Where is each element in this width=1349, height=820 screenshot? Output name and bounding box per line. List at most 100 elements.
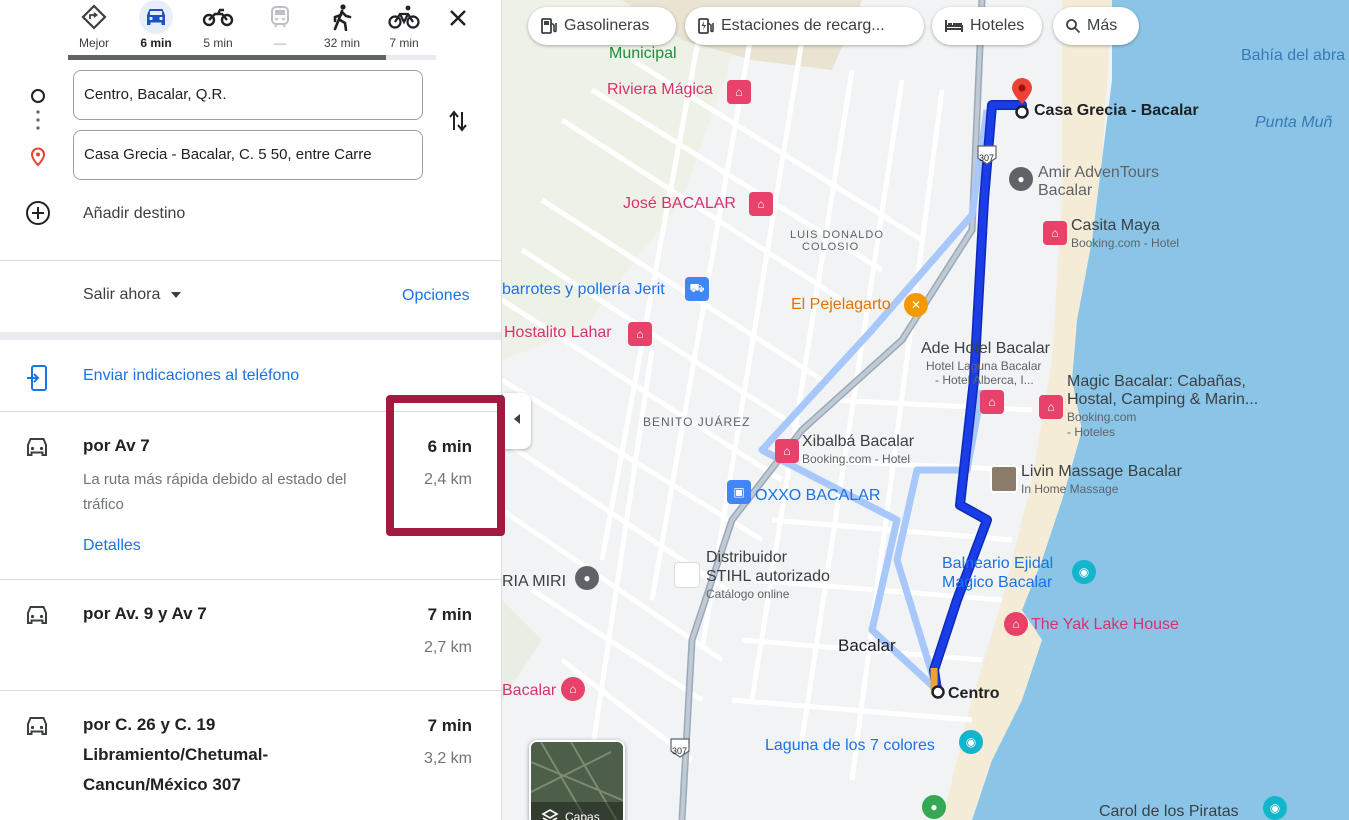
route-name: por C. 26 y C. 19 Libramiento/Chetumal-C… — [83, 715, 269, 794]
map-sub-distribuidor: Catálogo online — [706, 587, 790, 601]
map-label-balneario1[interactable]: Balneario Ejidal — [942, 555, 1053, 573]
route-time: 7 min — [427, 605, 472, 624]
map-label-hostalito[interactable]: Hostalito Lahar — [504, 324, 612, 342]
map-label-distribuidor1[interactable]: Distribuidor — [706, 549, 787, 567]
mode-transit[interactable]: — — [252, 0, 308, 58]
place-pin-icon[interactable]: ● — [575, 566, 599, 590]
send-to-phone-icon — [26, 364, 48, 397]
hotel-icon[interactable]: ⌂ — [980, 390, 1004, 414]
hotel-icon[interactable]: ⌂ — [727, 80, 751, 104]
options-button[interactable]: Opciones — [402, 287, 470, 305]
camera-icon[interactable]: ◉ — [1263, 796, 1287, 820]
store-icon[interactable]: ▣ — [727, 480, 751, 504]
map-label-yak[interactable]: The Yak Lake House — [1031, 616, 1179, 634]
map-label-livin[interactable]: Livin Massage Bacalar — [1021, 463, 1182, 481]
map-label-riamiri[interactable]: RIA MIRI — [502, 573, 566, 591]
mode-best-label: Mejor — [78, 36, 109, 50]
map-label-magic1[interactable]: Magic Bacalar: Cabañas, — [1067, 373, 1246, 391]
search-icon — [1066, 19, 1081, 34]
hotel-icon[interactable]: ⌂ — [1043, 221, 1067, 245]
map-label-benito: BENITO JUÁREZ — [643, 415, 751, 429]
map-label-amir1[interactable]: Amir AdvenTours — [1038, 164, 1159, 182]
map-label-casita[interactable]: Casita Maya — [1071, 217, 1160, 235]
map-canvas[interactable]: Municipal Riviera Mágica ⌂ José BACALAR … — [502, 0, 1349, 820]
caret-down-icon — [170, 286, 182, 304]
mode-motorcycle[interactable]: 5 min — [190, 0, 246, 58]
map-label-xibalba[interactable]: Xibalbá Bacalar — [802, 433, 914, 451]
map-label-pirata[interactable]: Carol de los Piratas — [1099, 803, 1239, 820]
close-directions-button[interactable] — [444, 6, 472, 34]
map-label-abarrotes[interactable]: barrotes y pollería Jerit — [502, 281, 665, 299]
mode-best[interactable]: Mejor — [66, 0, 122, 58]
depart-now-dropdown[interactable]: Salir ahora — [83, 286, 182, 304]
mode-driving[interactable]: 6 min — [128, 0, 184, 58]
map-sub-magic1: Booking.com — [1067, 410, 1137, 424]
car-icon — [24, 715, 50, 742]
map-label-bacalar: Bacalar — [838, 636, 896, 655]
map-label-casa-grecia[interactable]: Casa Grecia - Bacalar — [1034, 102, 1199, 120]
hotel-pin-icon[interactable]: ⌂ — [1004, 612, 1028, 636]
chip-charging-stations[interactable]: Estaciones de recarg... — [685, 7, 924, 45]
chip-more[interactable]: Más — [1053, 7, 1139, 45]
park-icon[interactable]: ● — [922, 795, 946, 819]
directions-panel: Mejor 6 min 5 min — 32 min 7 min Centro,… — [0, 0, 502, 820]
camera-icon[interactable]: ◉ — [1072, 560, 1096, 584]
car-icon — [24, 436, 50, 463]
mode-walking[interactable]: 32 min — [314, 0, 370, 58]
layers-label: Capas — [565, 810, 600, 820]
directions-diamond-icon — [77, 0, 111, 34]
restaurant-icon[interactable]: ✕ — [904, 293, 928, 317]
route-option-1[interactable]: por Av 7 La ruta más rápida debido al es… — [0, 412, 501, 579]
route-time: 7 min — [427, 716, 472, 735]
chip-label: Más — [1087, 17, 1118, 34]
map-label-punta: Punta Muñ — [1255, 114, 1333, 131]
car-icon — [24, 604, 50, 631]
hotel-icon[interactable]: ⌂ — [775, 439, 799, 463]
map-label-distribuidor2[interactable]: STIHL autorizado — [706, 568, 830, 586]
depart-label: Salir ahora — [83, 286, 161, 303]
origin-input[interactable]: Centro, Bacalar, Q.R. — [73, 70, 423, 120]
map-label-pejelagarto[interactable]: El Pejelagarto — [791, 296, 891, 314]
route-name: por Av. 9 y Av 7 — [83, 604, 207, 623]
mode-cycling[interactable]: 7 min — [376, 0, 432, 58]
store-logo-icon[interactable] — [674, 562, 700, 588]
place-pin-icon[interactable]: ● — [1009, 167, 1033, 191]
chip-gas-stations[interactable]: Gasolineras — [528, 7, 676, 45]
send-to-phone-button[interactable]: Enviar indicaciones al teléfono — [0, 350, 501, 410]
add-circle-icon — [24, 199, 52, 232]
highway-label: 307 — [979, 153, 995, 163]
map-label-oxxo[interactable]: OXXO BACALAR — [755, 487, 880, 505]
map-label-bacalar-left[interactable]: Bacalar — [502, 682, 556, 700]
hotel-icon[interactable]: ⌂ — [628, 322, 652, 346]
route-option-3[interactable]: por C. 26 y C. 19 Libramiento/Chetumal-C… — [0, 691, 501, 820]
swap-waypoints-button[interactable] — [443, 108, 473, 138]
map-label-riviera[interactable]: Riviera Mágica — [607, 81, 713, 99]
map-label-municipal: Municipal — [609, 45, 677, 62]
add-destination-button[interactable]: Añadir destino — [24, 199, 185, 232]
destination-input[interactable]: Casa Grecia - Bacalar, C. 5 50, entre Ca… — [73, 130, 423, 180]
shopping-cart-icon[interactable]: ⛟ — [685, 277, 709, 301]
divider — [0, 260, 501, 261]
maps-window: Mejor 6 min 5 min — 32 min 7 min Centro,… — [0, 0, 1349, 820]
map-label-magic2[interactable]: Hostal, Camping & Marin... — [1067, 391, 1258, 409]
map-label-balneario2[interactable]: Magico Bacalar — [942, 574, 1052, 592]
camera-icon[interactable]: ◉ — [959, 730, 983, 754]
walking-icon — [325, 0, 359, 34]
collapse-panel-button[interactable] — [503, 393, 531, 449]
route-option-2[interactable]: por Av. 9 y Av 7 7 min 2,7 km — [0, 580, 501, 690]
hotel-pin-icon[interactable]: ⌂ — [561, 677, 585, 701]
map-label-laguna[interactable]: Laguna de los 7 colores — [765, 737, 935, 755]
route-distance: 2,7 km — [423, 639, 472, 656]
map-label-amir2[interactable]: Bacalar — [1038, 182, 1092, 200]
map-sub-ade2: - Hotel Alberca, I... — [935, 373, 1034, 387]
map-label-jose[interactable]: José BACALAR — [623, 195, 736, 213]
route-details-link[interactable]: Detalles — [83, 537, 141, 555]
swap-arrows-icon — [447, 108, 469, 139]
livin-photo[interactable] — [990, 465, 1018, 493]
map-label-ade[interactable]: Ade Hotel Bacalar — [921, 340, 1050, 358]
chip-hotels[interactable]: Hoteles — [932, 7, 1042, 45]
layers-button[interactable]: Capas — [529, 740, 625, 820]
mode-cycling-time: 7 min — [389, 36, 419, 50]
hotel-icon[interactable]: ⌂ — [749, 192, 773, 216]
hotel-icon[interactable]: ⌂ — [1039, 395, 1063, 419]
